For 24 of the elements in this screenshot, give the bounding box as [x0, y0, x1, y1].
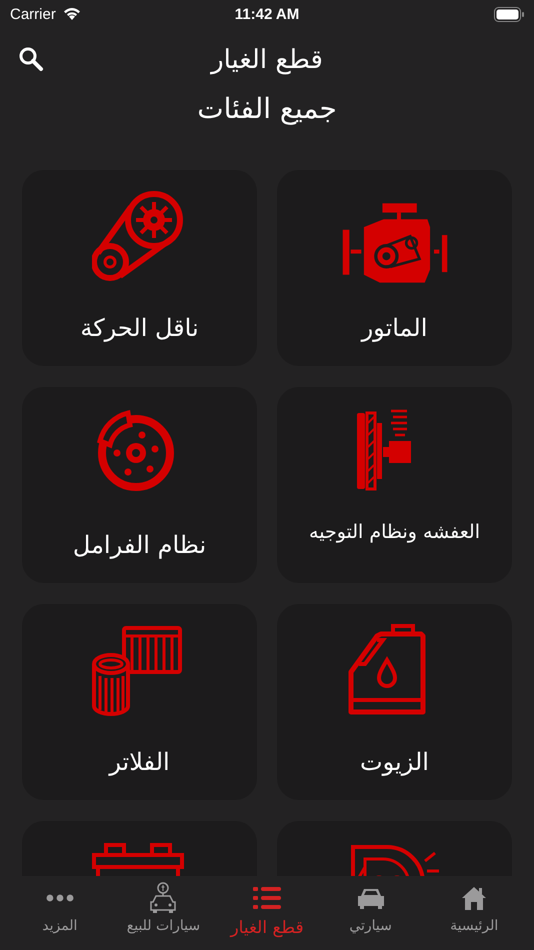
category-label: ناقل الحركة: [80, 314, 199, 342]
page-title: قطع الغيار: [211, 45, 323, 75]
category-card[interactable]: الزيوت: [277, 604, 512, 800]
category-card[interactable]: ناقل الحركة: [22, 170, 257, 366]
carrier-label: Carrier: [10, 6, 56, 22]
tab-item[interactable]: المزيد: [8, 876, 112, 950]
wifi-icon: [62, 7, 82, 21]
tab-item[interactable]: سيارتي: [318, 876, 422, 950]
battery-icon: [494, 6, 524, 22]
tab-item[interactable]: سيارات للبيع: [112, 876, 216, 950]
category-label: الزيوت: [360, 748, 429, 776]
category-label: العفشه ونظام التوجيه: [309, 521, 480, 543]
section-title: جميع الفئات: [196, 92, 338, 127]
status-time: 11:42 AM: [234, 6, 300, 22]
category-card[interactable]: نظام الفرامل: [22, 387, 257, 583]
category-card[interactable]: العفشه ونظام التوجيه: [277, 387, 512, 583]
category-card[interactable]: الفلاتر: [22, 604, 257, 800]
category-card[interactable]: الماتور: [277, 170, 512, 366]
tab-item[interactable]: الرئيسية: [422, 876, 526, 950]
search-icon: [18, 46, 44, 72]
category-label: الماتور: [362, 314, 428, 342]
category-label: نظام الفرامل: [72, 531, 206, 559]
category-label: الفلاتر: [109, 748, 170, 776]
more-icon: [46, 894, 74, 902]
